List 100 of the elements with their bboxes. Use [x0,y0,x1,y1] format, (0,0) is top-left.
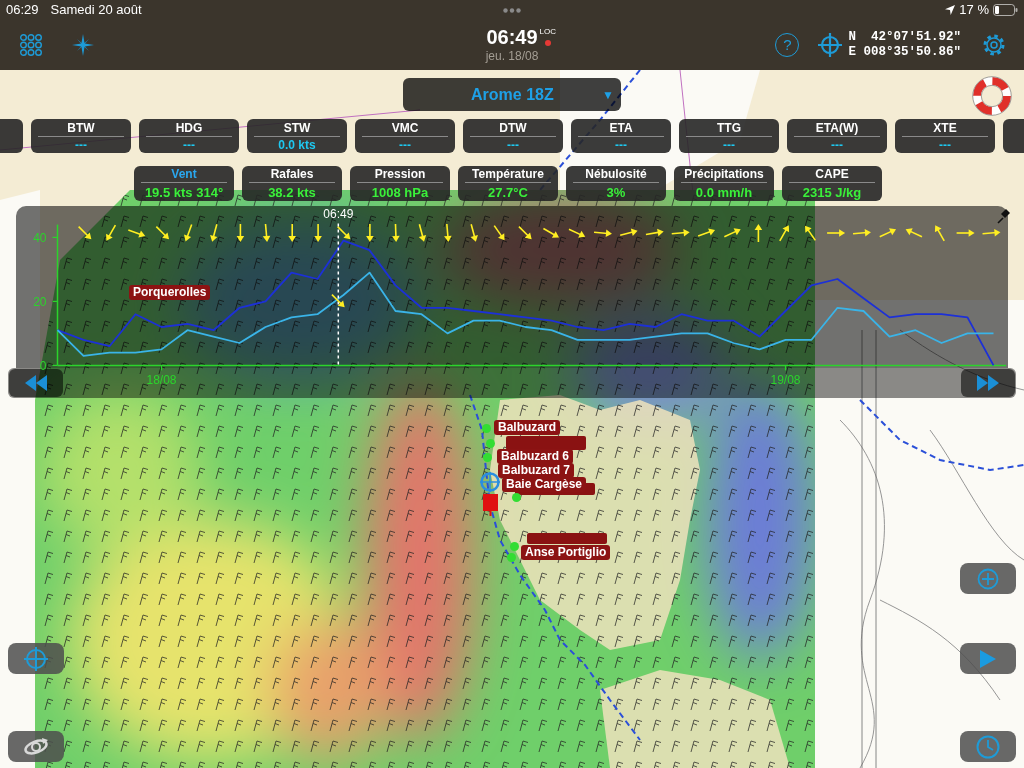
instrument-label: VMC [391,121,419,135]
weather-label[interactable]: Rafales [270,167,314,181]
weather-value: 38.2 kts [268,185,316,200]
rotate-button[interactable] [8,731,64,762]
wind-arrow-icon [336,225,351,240]
waypoint-label[interactable]: Baie Cargèse [502,477,587,492]
longitude-text: E 008°35'50.86" [848,45,961,60]
weather-label[interactable]: Nébulosité [585,167,647,181]
weather-label[interactable]: Température [472,167,544,181]
weather-value: 1008 hPa [371,185,429,200]
wind-arrow-icon [77,225,92,240]
rewind-icon [25,375,47,391]
wind-arrow-icon [754,224,763,243]
waypoint-marker-icon[interactable] [483,453,492,462]
waypoint-marker-icon[interactable] [482,424,491,433]
zoom-in-icon [977,567,999,590]
waypoint-marker-icon[interactable] [507,553,516,562]
clock-time: 06:49 [486,27,538,47]
wind-arrow-icon [184,223,193,242]
status-time: 06:29 [6,2,39,18]
latitude-text: N 42°07'51.92" [848,30,961,45]
compass-star-icon[interactable] [72,34,94,56]
instrument-value: --- [399,138,411,152]
wind-arrow-icon [392,223,400,242]
wind-arrow-icon [106,224,117,241]
model-dropdown[interactable]: Arome 18Z ▼ [403,78,621,111]
weather-label[interactable]: CAPE [815,167,849,181]
wind-arrow-icon [723,228,741,238]
wind-arrow-icon [236,223,245,242]
more-icon[interactable] [503,7,521,13]
wind-arrow-icon [779,225,790,242]
instrument-label: XTE [933,121,957,135]
instrument-label: ETA [609,121,633,135]
clock-button[interactable] [960,731,1016,762]
wind-arrow-icon [366,223,374,242]
axis-label: 18/08 [146,373,177,388]
instrument-value: --- [183,138,195,152]
rewind-button[interactable] [9,369,63,397]
weather-value: 0.0 mm/h [695,185,753,200]
wind-arrow-icon [619,228,638,237]
waypoint-marker-icon[interactable] [512,493,521,502]
wind-arrow-icon [262,223,271,242]
weather-value: 3% [606,185,626,200]
instrument-value: --- [831,138,843,152]
clock-icon [976,734,1000,759]
waypoint-label[interactable]: Porquerolles [129,285,211,300]
instrument-label: HDG [175,121,203,135]
wind-arrow-icon [934,225,945,242]
settings-icon[interactable] [982,33,1006,57]
weather-value: 19.5 kts 314° [144,185,224,200]
weather-label[interactable]: Vent [171,167,197,181]
weather-value: 2315 J/kg [802,185,862,200]
fast-forward-icon [977,375,999,391]
wind-arrow-icon [805,225,817,242]
status-date: Samedi 20 août [50,2,142,18]
instrument-value: --- [75,138,87,152]
wind-arrow-icon [127,229,146,238]
lifebuoy-icon[interactable] [972,76,1012,116]
instrument-value: --- [723,138,735,152]
wind-arrow-icon [826,229,846,237]
wind-arrow-icon [470,223,478,242]
instrument-label: ETA(W) [815,121,859,135]
waypoint-marker-icon[interactable] [510,542,519,551]
wind-arrow-icon [210,223,218,242]
instrument-label: DTW [499,121,527,135]
wind-arrow-icon [955,229,975,237]
position-crosshair-icon [480,472,500,492]
location-arrow-icon [945,5,956,15]
zoom-button[interactable] [960,563,1016,594]
instrument-label: TTG [717,121,741,135]
wind-arrow-icon [878,228,897,238]
wind-arrow-icon [418,223,427,242]
waypoint-label[interactable]: Anse Portiglio [521,545,611,560]
waypoint-marker-icon[interactable] [486,439,495,448]
pin-icon[interactable] [997,209,1010,224]
clock-date: jeu. 18/08 [485,49,539,63]
axis-label: 20 [33,294,47,309]
wind-arrow-icon [568,228,586,238]
waypoint-label[interactable]: Balbuzard [494,420,560,435]
weather-label[interactable]: Précipitations [684,167,764,181]
wind-arrow-icon [155,225,170,240]
wind-arrow-icon [288,223,296,242]
instrument-value: --- [939,138,951,152]
play-button[interactable] [960,643,1016,674]
wind-arrow-icon [314,223,322,242]
locate-button[interactable] [8,643,64,674]
status-dot-icon [544,40,551,46]
wind-arrow-icon [905,228,923,238]
wind-arrow-icon [645,228,664,237]
grid-icon[interactable] [20,33,43,57]
crosshair-icon [24,646,48,671]
axis-label: 0 [39,358,47,373]
wind-arrow-icon [542,227,559,238]
weather-label[interactable]: Pression [374,167,426,181]
crosshair-icon[interactable] [818,33,843,57]
instrument-value: 0.0 kts [278,138,316,152]
fast-forward-button[interactable] [961,369,1015,397]
marker-icon [483,494,498,516]
battery-percent: 17 % [959,2,989,18]
instrument-value: --- [507,138,519,152]
